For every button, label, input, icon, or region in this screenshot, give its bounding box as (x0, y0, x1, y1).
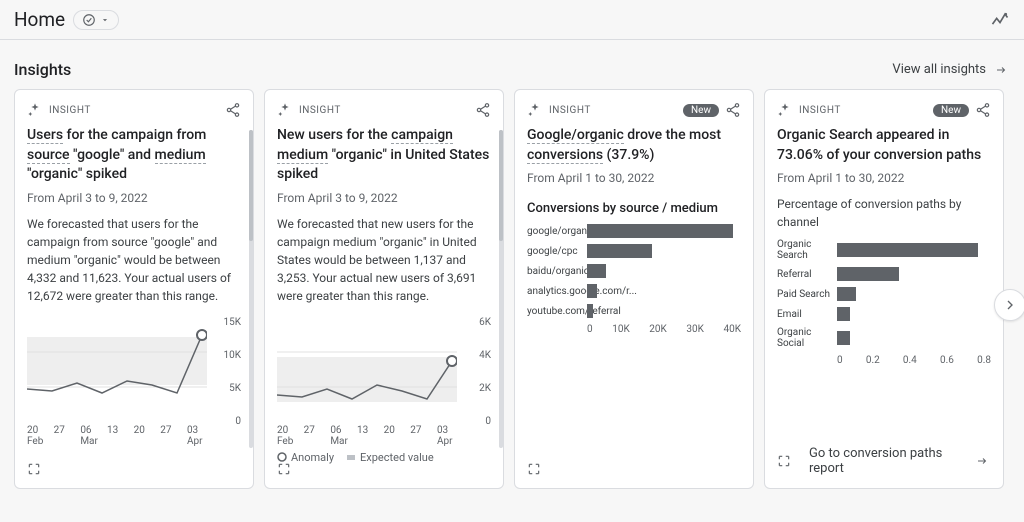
anomaly-point (197, 330, 207, 340)
chart-heading: Percentage of conversion paths by channe… (777, 195, 991, 231)
card-title: Users for the campaign from source "goog… (27, 126, 241, 185)
line-chart-container: 15K10K5K0 20 Feb2706 Mar13202703 Apr (27, 313, 241, 476)
check-circle-icon (82, 13, 96, 27)
insights-icon-button[interactable] (990, 10, 1010, 30)
view-all-insights-link[interactable]: View all insights (892, 62, 1010, 77)
bar-row: youtube.com/referral (527, 304, 741, 318)
section-title: Insights (14, 60, 71, 79)
share-button[interactable] (975, 102, 991, 118)
share-icon (475, 102, 491, 118)
insight-card-4[interactable]: INSIGHT New Organic Search appeared in 7… (764, 89, 1004, 489)
cta-conversion-paths[interactable]: Go to conversion paths report (801, 446, 963, 476)
y-axis: 6K4K2K0 (463, 317, 491, 427)
share-icon (975, 102, 991, 118)
bar-row: google/cpc (527, 244, 741, 258)
next-cards-button[interactable] (994, 289, 1024, 321)
scrollbar[interactable] (249, 130, 253, 448)
fullscreen-icon (777, 454, 791, 468)
chevron-right-icon (1002, 297, 1018, 313)
expand-button[interactable] (527, 462, 541, 476)
fullscreen-icon (277, 462, 291, 476)
filter-chip[interactable] (73, 10, 119, 30)
arrow-right-icon (973, 455, 991, 467)
arrow-right-icon (992, 64, 1010, 76)
sparkle-icon (277, 102, 293, 118)
share-icon (225, 102, 241, 118)
bar-chart: Organic Search Referral Paid Search Email Or… (777, 239, 991, 355)
insight-label: INSIGHT (49, 105, 91, 116)
scrollbar[interactable] (499, 130, 503, 448)
expand-button[interactable] (277, 462, 291, 476)
bar-row: baidu/organic (527, 264, 741, 278)
card-body: We forecasted that new users for the cam… (277, 215, 491, 305)
bar-row: Organic Social (777, 327, 991, 349)
x-axis: 20 Feb2706 Mar13202703 Apr (277, 425, 461, 447)
share-button[interactable] (475, 102, 491, 118)
anomaly-point (447, 356, 457, 366)
x-axis: 010K20K30K40K (587, 324, 741, 335)
insight-label: INSIGHT (299, 105, 341, 116)
insight-card-3[interactable]: INSIGHT New Google/organic drove the mos… (514, 89, 754, 489)
line-chart-container: 6K4K2K0 20 Feb2706 Mar13202703 Apr Anoma (277, 313, 491, 476)
card-title: Organic Search appeared in 73.06% of you… (777, 126, 991, 165)
insight-cards-row: INSIGHT Users for the campaign from sour… (14, 89, 1010, 489)
bar-row: Referral (777, 267, 991, 281)
bar-row: Organic Search (777, 239, 991, 261)
chart-heading: Conversions by source / medium (527, 201, 741, 216)
bar-row: Paid Search (777, 287, 991, 301)
bar-row: analytics.google.com/r... (527, 284, 741, 298)
sparkle-icon (777, 102, 793, 118)
page-title: Home (14, 8, 65, 31)
fullscreen-icon (27, 462, 41, 476)
share-icon (725, 102, 741, 118)
header: Home (0, 0, 1024, 39)
bar-chart: google/organic google/cpc baidu/organic ana… (527, 224, 741, 324)
insight-label: INSIGHT (549, 105, 591, 116)
new-badge: New (683, 104, 719, 117)
bar-row: google/organic (527, 224, 741, 238)
insight-card-2[interactable]: INSIGHT New users for the campaign mediu… (264, 89, 504, 489)
sparkle-icon (27, 102, 43, 118)
y-axis: 15K10K5K0 (213, 317, 241, 427)
insight-card-1[interactable]: INSIGHT Users for the campaign from sour… (14, 89, 254, 489)
card-title: New users for the campaign medium "organ… (277, 126, 491, 185)
x-axis: 20 Feb2706 Mar13202703 Apr (27, 425, 211, 447)
card-date: From April 1 to 30, 2022 (527, 171, 741, 185)
card-body: We forecasted that users for the campaig… (27, 215, 241, 305)
card-date: From April 3 to 9, 2022 (27, 191, 241, 205)
bar-row: Email (777, 307, 991, 321)
caret-down-icon (100, 15, 110, 25)
fullscreen-icon (527, 462, 541, 476)
insight-label: INSIGHT (799, 105, 841, 116)
sparkle-trend-icon (990, 10, 1010, 30)
share-button[interactable] (225, 102, 241, 118)
x-axis: 00.20.40.60.8 (837, 355, 991, 366)
expand-button[interactable] (27, 462, 41, 476)
section-header: Insights View all insights (0, 60, 1024, 89)
card-date: From April 1 to 30, 2022 (777, 171, 991, 185)
divider (0, 39, 1024, 40)
share-button[interactable] (725, 102, 741, 118)
new-badge: New (933, 104, 969, 117)
card-date: From April 3 to 9, 2022 (277, 191, 491, 205)
sparkle-icon (527, 102, 543, 118)
expand-button[interactable] (777, 454, 791, 468)
card-title: Google/organic drove the most conversion… (527, 126, 741, 165)
